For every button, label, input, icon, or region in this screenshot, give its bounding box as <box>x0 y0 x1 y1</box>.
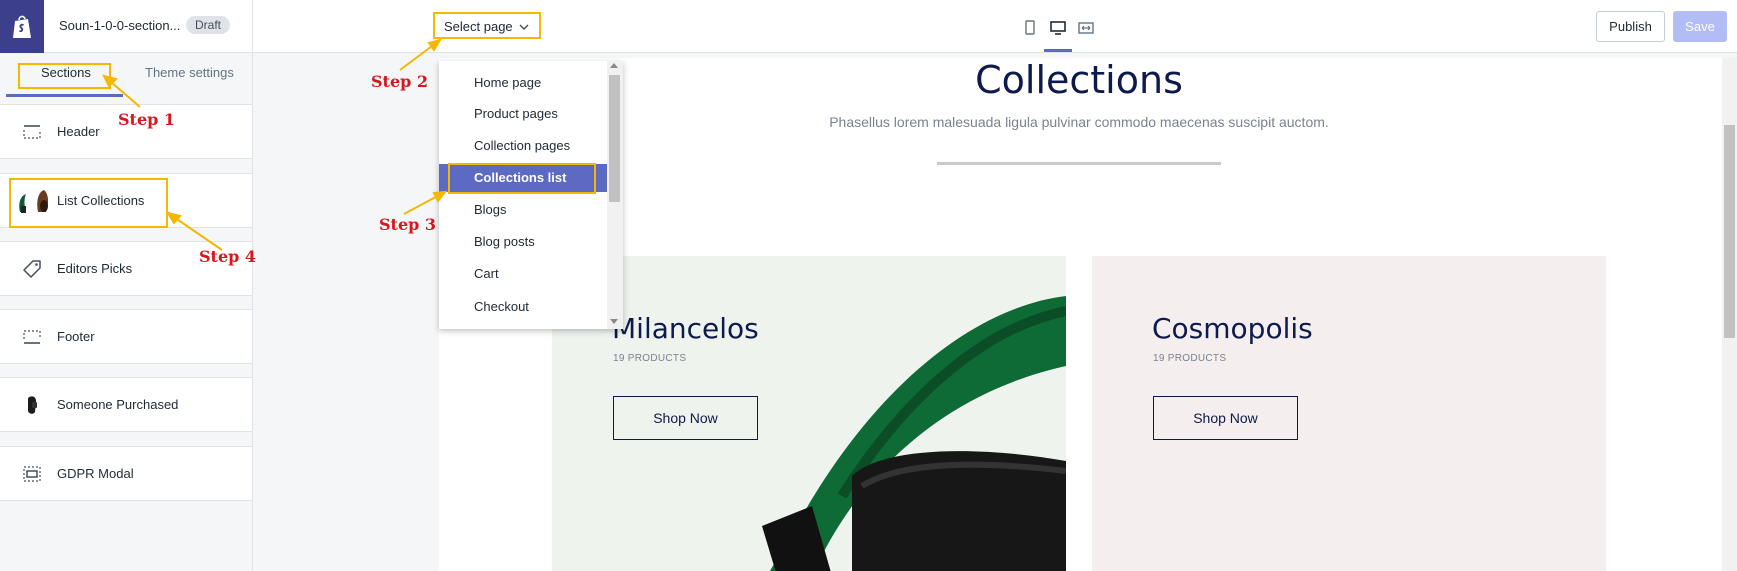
sidebar-item-label: Header <box>57 124 100 139</box>
modal-layout-icon <box>21 463 43 485</box>
product-thumbnail-icon <box>21 394 43 416</box>
menu-scrollbar-thumb[interactable] <box>609 75 620 202</box>
menu-item-collection-pages[interactable]: Collection pages <box>439 131 607 161</box>
scroll-down-arrow-icon[interactable] <box>610 319 618 324</box>
step-1-highlight <box>18 63 111 89</box>
menu-item-checkout[interactable]: Checkout <box>439 292 607 322</box>
collection-count: 19 PRODUCTS <box>613 353 687 364</box>
collection-card[interactable]: Cosmopolis 19 PRODUCTS Shop Now <box>1092 256 1606 571</box>
top-bar: Soun-1-0-0-section... Draft Select page <box>0 0 1737 53</box>
menu-item-home-page[interactable]: Home page <box>439 68 607 98</box>
step-2-highlight <box>433 12 541 39</box>
shop-now-button[interactable]: Shop Now <box>1153 396 1298 440</box>
publish-button[interactable]: Publish <box>1596 11 1665 42</box>
fullwidth-view-button[interactable] <box>1074 16 1098 40</box>
sidebar-item-label: Someone Purchased <box>57 397 179 412</box>
page-title: Collections <box>975 58 1183 102</box>
shopify-bag-icon <box>13 15 31 38</box>
page-subtitle: Phasellus lorem malesuada ligula pulvina… <box>829 114 1329 130</box>
sections-sidebar: Sections Theme settings Header List Coll… <box>0 53 253 571</box>
tab-theme-settings[interactable]: Theme settings <box>145 65 234 80</box>
mobile-view-button[interactable] <box>1018 16 1042 40</box>
menu-item-cart[interactable]: Cart <box>439 259 607 289</box>
active-device-indicator <box>1044 49 1072 52</box>
mobile-icon <box>1025 20 1035 35</box>
page-select-menu: Home page Product pages Collection pages… <box>439 61 623 329</box>
collection-count: 19 PRODUCTS <box>1153 353 1227 364</box>
active-tab-indicator <box>6 94 123 97</box>
theme-title: Soun-1-0-0-section... <box>59 18 181 33</box>
header-layout-icon <box>21 121 43 143</box>
tag-icon <box>21 258 43 280</box>
scroll-up-arrow-icon[interactable] <box>610 63 618 68</box>
step-2-label: Step 2 <box>371 72 429 91</box>
theme-editor: Soun-1-0-0-section... Draft Select page <box>0 0 1737 571</box>
save-button[interactable]: Save <box>1673 11 1727 42</box>
collection-name: Milancelos <box>612 312 759 345</box>
step-3-label: Step 3 <box>379 215 437 234</box>
store-preview: Collections Phasellus lorem malesuada li… <box>439 58 1722 571</box>
title-divider <box>937 162 1221 165</box>
status-badge: Draft <box>186 16 231 34</box>
menu-item-blogs[interactable]: Blogs <box>439 195 607 225</box>
sidebar-item-label: GDPR Modal <box>57 466 134 481</box>
sidebar-item-label: Editors Picks <box>57 261 133 276</box>
sidebar-item-label: Footer <box>57 329 95 344</box>
step-4-label: Step 4 <box>199 247 257 266</box>
desktop-view-button[interactable] <box>1046 16 1070 40</box>
shop-now-button[interactable]: Shop Now <box>613 396 758 440</box>
menu-item-blog-posts[interactable]: Blog posts <box>439 227 607 257</box>
step-3-highlight <box>448 163 596 194</box>
sidebar-item-gdpr-modal[interactable]: GDPR Modal <box>0 446 252 501</box>
footer-layout-icon <box>21 326 43 348</box>
shopify-logo[interactable] <box>0 0 44 53</box>
divider <box>252 0 253 53</box>
menu-item-product-pages[interactable]: Product pages <box>439 99 607 129</box>
preview-scrollbar-thumb[interactable] <box>1724 125 1735 338</box>
sidebar-item-footer[interactable]: Footer <box>0 309 252 364</box>
step-1-label: Step 1 <box>118 110 176 129</box>
desktop-icon <box>1050 21 1066 35</box>
collection-name: Cosmopolis <box>1152 312 1313 345</box>
step-4-highlight <box>9 178 168 228</box>
fullwidth-icon <box>1078 22 1094 34</box>
collection-card[interactable]: Milancelos 19 PRODUCTS Shop Now <box>552 256 1066 571</box>
sidebar-item-someone-purchased[interactable]: Someone Purchased <box>0 377 252 432</box>
